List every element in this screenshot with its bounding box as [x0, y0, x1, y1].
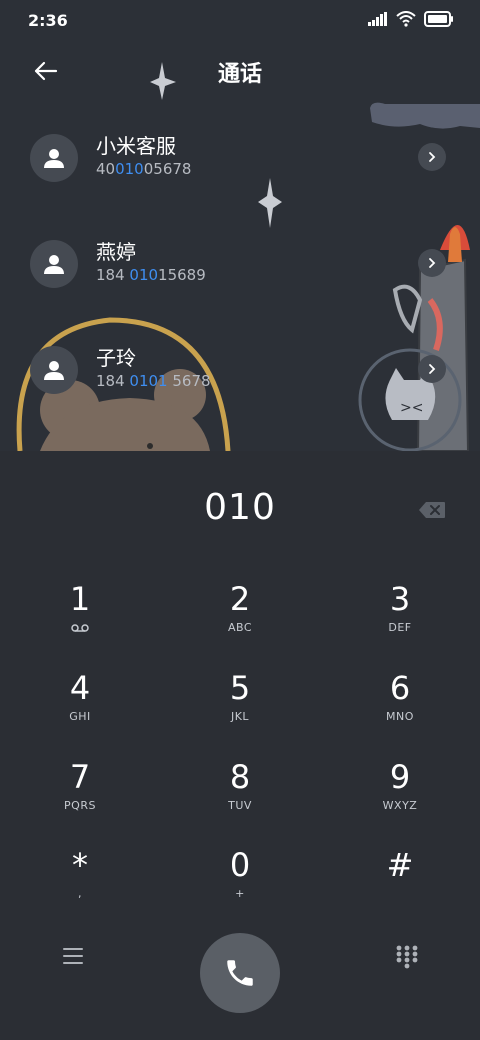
key-6[interactable]: 6 MNO: [340, 670, 460, 748]
contact-row[interactable]: 子玲 184 0101 5678: [30, 340, 460, 400]
key-hash[interactable]: #: [340, 847, 460, 925]
person-icon: [44, 361, 64, 380]
signal-icon: [368, 12, 387, 26]
header: 通话: [0, 50, 480, 90]
status-time: 2:36: [28, 11, 68, 30]
contact-number: 184 01015689: [96, 266, 206, 284]
key-3[interactable]: 3 DEF: [340, 581, 460, 659]
contact-name: 小米客服: [96, 134, 176, 158]
chevron-right-icon[interactable]: [418, 355, 446, 383]
key-star[interactable]: * ,: [20, 847, 140, 925]
voicemail-icon: [71, 624, 89, 632]
svg-text:><: ><: [400, 400, 423, 416]
battery-icon: [424, 11, 453, 27]
recent-calls-panel: >< 2:36 通话 小米客服 4001005678 燕婷 184 010156…: [0, 0, 480, 451]
contact-name: 燕婷: [96, 240, 136, 264]
dialer-panel: 010 1 2 ABC 3 DEF 4 GHI 5 JKL 6 MNO 7 PQ…: [0, 451, 480, 1040]
key-2[interactable]: 2 ABC: [180, 581, 300, 659]
contact-row[interactable]: 小米客服 4001005678: [30, 128, 460, 188]
key-8[interactable]: 8 TUV: [180, 759, 300, 837]
chevron-right-icon[interactable]: [418, 249, 446, 277]
avatar: [30, 346, 78, 394]
keypad-icon[interactable]: [396, 945, 418, 969]
contact-name: 子玲: [96, 346, 136, 370]
phone-icon: [227, 960, 253, 986]
person-icon: [44, 149, 64, 168]
key-1[interactable]: 1: [20, 581, 140, 659]
key-4[interactable]: 4 GHI: [20, 670, 140, 748]
contact-row[interactable]: 燕婷 184 01015689: [30, 234, 460, 294]
key-5[interactable]: 5 JKL: [180, 670, 300, 748]
backspace-icon[interactable]: [418, 501, 446, 519]
call-button[interactable]: [200, 933, 280, 1013]
key-7[interactable]: 7 PQRS: [20, 759, 140, 837]
key-0[interactable]: 0 +: [180, 847, 300, 925]
avatar: [30, 134, 78, 182]
contact-number: 184 0101 5678: [96, 372, 211, 390]
chevron-right-icon[interactable]: [418, 143, 446, 171]
dialed-number: 010: [204, 487, 276, 528]
key-9[interactable]: 9 WXYZ: [340, 759, 460, 837]
wifi-icon: [396, 11, 416, 27]
menu-icon[interactable]: [63, 947, 83, 965]
page-title: 通话: [217, 62, 262, 87]
person-icon: [44, 255, 64, 274]
status-bar: 2:36: [0, 0, 480, 40]
avatar: [30, 240, 78, 288]
contact-number: 4001005678: [96, 160, 192, 178]
